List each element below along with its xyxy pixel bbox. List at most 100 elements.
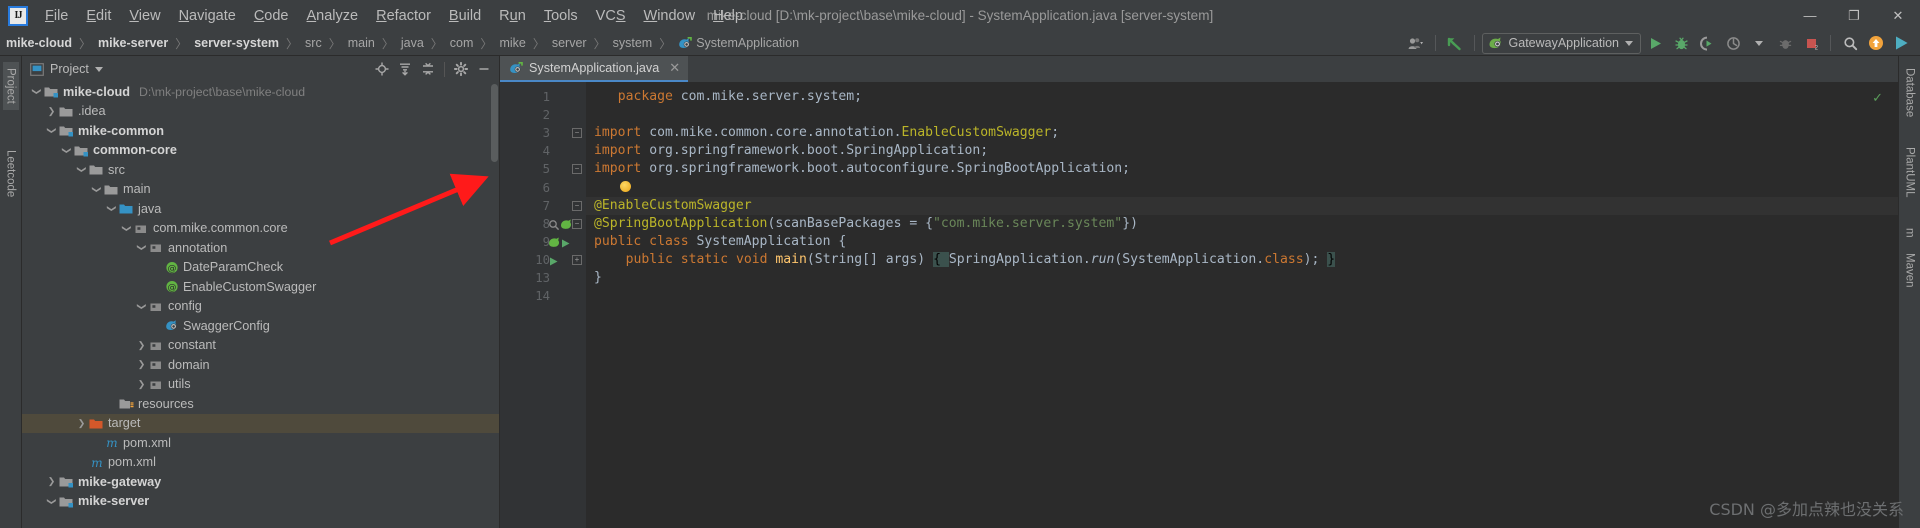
- tree-item-swaggerconfig[interactable]: SwaggerConfig: [22, 316, 499, 336]
- chevron-right-icon[interactable]: ❯: [135, 359, 148, 370]
- code-editor[interactable]: package com.mike.server.system; import co…: [586, 82, 1898, 528]
- inspection-status-icon[interactable]: ✓: [1872, 90, 1883, 106]
- chevron-right-icon[interactable]: ❯: [75, 418, 88, 429]
- gutter-icon-column[interactable]: − − − − +: [549, 82, 586, 528]
- menu-item-navigate[interactable]: Navigate: [170, 5, 245, 27]
- fold-collapse-icon[interactable]: −: [572, 218, 582, 229]
- tree-item-main[interactable]: ❯ main: [22, 180, 499, 200]
- tree-item-mike-common[interactable]: ❯ mike-common: [22, 121, 499, 141]
- tree-item-utils[interactable]: ❯ utils: [22, 375, 499, 395]
- chevron-right-icon[interactable]: ❯: [45, 476, 58, 487]
- breadcrumb-item-system[interactable]: system: [613, 36, 653, 50]
- code-line-1[interactable]: package com.mike.server.system;: [586, 88, 1898, 106]
- breadcrumb-item-mike[interactable]: mike: [499, 36, 525, 50]
- code-line-9[interactable]: public class SystemApplication {: [586, 233, 1898, 251]
- code-line-8[interactable]: @SpringBootApplication(scanBasePackages …: [586, 215, 1898, 233]
- tree-item--idea[interactable]: ❯ .idea: [22, 102, 499, 122]
- tree-item-mike-cloud[interactable]: ❯ mike-cloud D:\mk-project\base\mike-cloud: [22, 82, 499, 102]
- run-gutter-icon[interactable]: [560, 236, 573, 249]
- code-line-3[interactable]: import com.mike.common.core.annotation.E…: [586, 124, 1898, 142]
- menu-item-help[interactable]: Help: [704, 5, 752, 27]
- search-everywhere-icon[interactable]: [1838, 33, 1862, 54]
- menu-item-edit[interactable]: Edit: [77, 5, 120, 27]
- run-gutter-icon[interactable]: [548, 254, 561, 267]
- close-button[interactable]: ✕: [1876, 0, 1920, 31]
- tree-item-pom-xml[interactable]: m pom.xml: [22, 453, 499, 473]
- sidebar-item-database[interactable]: Database: [1902, 62, 1918, 123]
- collapse-all-icon[interactable]: [417, 58, 439, 80]
- run-with-coverage-icon[interactable]: [1695, 33, 1719, 54]
- tree-item-com-mike-common-core[interactable]: ❯ com.mike.common.core: [22, 219, 499, 239]
- project-panel-title[interactable]: Project: [30, 62, 103, 76]
- run-icon[interactable]: [1643, 33, 1667, 54]
- chevron-down-icon[interactable]: ❯: [136, 241, 147, 254]
- menu-item-code[interactable]: Code: [245, 5, 298, 27]
- intention-bulb-icon[interactable]: [620, 181, 631, 193]
- breadcrumb-item-server-system[interactable]: server-system: [194, 36, 279, 50]
- breadcrumb-item-mike-server[interactable]: mike-server: [98, 36, 168, 50]
- expand-all-icon[interactable]: [394, 58, 416, 80]
- code-line-14[interactable]: [586, 287, 1898, 305]
- sidebar-item-maven[interactable]: Maven: [1902, 247, 1918, 294]
- menu-item-file[interactable]: File: [36, 5, 77, 27]
- ide-actions-icon[interactable]: [1890, 33, 1914, 54]
- update-project-icon[interactable]: [1864, 33, 1888, 54]
- tree-item-mike-server[interactable]: ❯ mike-server: [22, 492, 499, 512]
- breadcrumb-item-com[interactable]: com: [450, 36, 474, 50]
- code-line-7[interactable]: @EnableCustomSwagger: [586, 196, 1898, 215]
- chevron-down-icon[interactable]: ❯: [46, 124, 57, 137]
- breadcrumb-item-server[interactable]: server: [552, 36, 587, 50]
- tree-item-dateparamcheck[interactable]: @ DateParamCheck: [22, 258, 499, 278]
- menu-item-run[interactable]: Run: [490, 5, 535, 27]
- sidebar-item-plantuml[interactable]: PlantUML: [1902, 141, 1918, 204]
- vcs-update-icon[interactable]: [1443, 33, 1467, 54]
- chevron-right-icon[interactable]: ❯: [135, 379, 148, 390]
- code-line-10[interactable]: public static void main(String[] args) {…: [586, 251, 1898, 269]
- stop-icon[interactable]: 2: [1799, 33, 1823, 54]
- debug-icon[interactable]: [1669, 33, 1693, 54]
- chevron-down-icon[interactable]: ❯: [91, 183, 102, 196]
- menu-item-view[interactable]: View: [120, 5, 169, 27]
- profile-icon[interactable]: [1721, 33, 1745, 54]
- tree-item-src[interactable]: ❯ src: [22, 160, 499, 180]
- tree-item-target[interactable]: ❯ target: [22, 413, 499, 433]
- close-icon[interactable]: ✕: [669, 60, 680, 76]
- tree-item-annotation[interactable]: ❯ annotation: [22, 238, 499, 258]
- sidebar-item-project[interactable]: Project: [2, 62, 19, 110]
- breadcrumb-item-mike-cloud[interactable]: mike-cloud: [6, 36, 72, 50]
- fold-collapse-icon[interactable]: −: [572, 164, 582, 175]
- tree-item-pom-xml[interactable]: m pom.xml: [22, 433, 499, 453]
- chevron-down-icon[interactable]: ❯: [121, 222, 132, 235]
- editor-tab-systemapplication[interactable]: SystemApplication.java ✕: [500, 56, 689, 82]
- tree-item-mike-gateway[interactable]: ❯ mike-gateway: [22, 472, 499, 492]
- menu-item-window[interactable]: Window: [635, 5, 705, 27]
- breadcrumb-item-main[interactable]: main: [348, 36, 375, 50]
- tree-item-enablecustomswagger[interactable]: @ EnableCustomSwagger: [22, 277, 499, 297]
- chevron-down-icon[interactable]: ❯: [46, 495, 57, 508]
- chevron-right-icon[interactable]: ❯: [135, 340, 148, 351]
- menu-item-refactor[interactable]: Refactor: [367, 5, 440, 27]
- fold-collapse-icon[interactable]: −: [572, 200, 582, 211]
- tree-item-config[interactable]: ❯ config: [22, 297, 499, 317]
- chevron-down-icon[interactable]: [94, 66, 103, 72]
- chevron-down-icon[interactable]: ❯: [136, 300, 147, 313]
- menu-item-analyze[interactable]: Analyze: [298, 5, 368, 27]
- project-tree[interactable]: ❯ mike-cloud D:\mk-project\base\mike-cloud…: [22, 82, 499, 528]
- code-line-5[interactable]: import org.springframework.boot.autoconf…: [586, 160, 1898, 178]
- hide-panel-icon[interactable]: [473, 58, 495, 80]
- minimize-button[interactable]: —: [1788, 0, 1832, 31]
- breadcrumb-item-java[interactable]: java: [401, 36, 424, 50]
- line-number-gutter[interactable]: 1 2 3 4 5 6 7 8 9 10 13 14: [500, 82, 560, 528]
- user-settings-icon[interactable]: [1404, 33, 1428, 54]
- tree-item-domain[interactable]: ❯ domain: [22, 355, 499, 375]
- chevron-down-icon[interactable]: ❯: [106, 202, 117, 215]
- project-tree-scrollbar[interactable]: [491, 84, 498, 162]
- menu-item-tools[interactable]: Tools: [535, 5, 587, 27]
- breadcrumb-item-systemapplication[interactable]: SystemApplication: [678, 36, 799, 50]
- fold-collapse-icon[interactable]: −: [572, 128, 582, 139]
- sidebar-item-m[interactable]: m: [1902, 222, 1918, 244]
- menu-item-build[interactable]: Build: [440, 5, 490, 27]
- menu-item-vcs[interactable]: VCS: [587, 5, 635, 27]
- spring-bean-icon[interactable]: [560, 218, 573, 231]
- code-line-13[interactable]: }: [586, 269, 1898, 287]
